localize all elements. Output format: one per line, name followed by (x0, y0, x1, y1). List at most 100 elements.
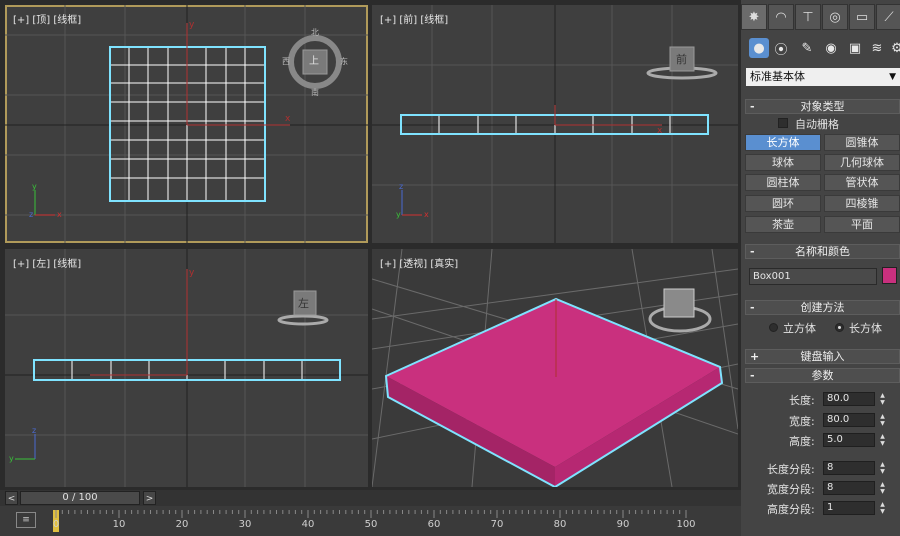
cylinder-button[interactable]: 圆柱体 (745, 174, 821, 191)
sphere-button[interactable]: 球体 (745, 154, 821, 171)
width-segs-label: 宽度分段: (767, 483, 815, 496)
compass-south: 南 (311, 88, 319, 97)
parameters-rollout[interactable]: - 参数 (745, 368, 900, 383)
height-field[interactable]: 5.0 (823, 433, 875, 447)
object-color-swatch[interactable] (882, 267, 897, 284)
time-slider-bar: < 0 / 100 > (0, 490, 741, 506)
track-tick-20: 20 (175, 519, 189, 530)
plane-button[interactable]: 平面 (824, 216, 900, 233)
autogrid-label: 自动栅格 (795, 118, 839, 131)
svg-text:x: x (424, 210, 429, 219)
viewport-front-label[interactable]: [+] [前] [线框] (380, 11, 448, 26)
rollout-expand-icon: + (750, 350, 760, 363)
keyboard-entry-rollout[interactable]: + 键盘输入 (745, 349, 900, 364)
viewport-front[interactable]: x z x y [+] [前] [线框] 前 (372, 5, 738, 243)
track-tick-30: 30 (238, 519, 252, 530)
chevron-down-icon: ▼ (889, 72, 896, 82)
cone-button[interactable]: 圆锥体 (824, 134, 900, 151)
rollout-collapse-icon: - (750, 245, 755, 258)
viewport-perspective-label[interactable]: [+] [透视] [真实] (380, 255, 458, 270)
viewport-perspective[interactable]: [+] [透视] [真实] (372, 249, 738, 487)
height-spinner-icon[interactable]: ▲ ▼ (878, 433, 887, 447)
object-type-title: 对象类型 (800, 100, 845, 113)
rollout-collapse-icon: - (750, 301, 755, 314)
svg-text:x: x (285, 114, 291, 124)
modify-tab-icon[interactable]: ◠ (768, 4, 794, 30)
length-field[interactable]: 80.0 (823, 392, 875, 406)
viewport-left-label[interactable]: [+] [左] [线框] (13, 255, 81, 270)
tube-button[interactable]: 管状体 (824, 174, 900, 191)
width-spinner-icon[interactable]: ▲ ▼ (878, 413, 887, 427)
helpers-icon[interactable]: ▣ (845, 38, 865, 58)
object-name-input[interactable]: Box001 (749, 268, 877, 285)
name-color-title: 名称和颜色 (795, 245, 850, 258)
box-button[interactable]: 长方体 (745, 134, 821, 151)
height-segs-field[interactable]: 1 (823, 501, 875, 515)
name-color-rollout[interactable]: - 名称和颜色 (745, 244, 900, 259)
track-tick-50: 50 (364, 519, 378, 530)
teapot-button[interactable]: 茶壶 (745, 216, 821, 233)
width-segs-field[interactable]: 8 (823, 481, 875, 495)
viewport-top[interactable]: y x y x z [+] [顶] [线框] 上 北 南 西 东 (5, 5, 368, 243)
panel-tabs: ✸ ◠ ⊤ ◎ ▭ ⟋ (741, 4, 900, 32)
width-segs-spinner-icon[interactable]: ▲ ▼ (878, 481, 887, 495)
track-tick-10: 10 (112, 519, 126, 530)
lights-icon[interactable]: ✎ (797, 38, 817, 58)
autogrid-checkbox[interactable] (778, 118, 788, 128)
cameras-icon[interactable]: ◉ (821, 38, 841, 58)
next-frame-icon[interactable]: > (143, 491, 156, 505)
height-segs-label: 高度分段: (767, 503, 815, 516)
track-tick-60: 60 (427, 519, 441, 530)
svg-text:z: z (32, 426, 36, 435)
viewcube-front-face[interactable]: 前 (676, 51, 687, 67)
object-type-rollout[interactable]: - 对象类型 (745, 99, 900, 114)
height-label: 高度: (789, 435, 815, 448)
parameters-title: 参数 (811, 369, 834, 382)
cube-radio[interactable] (769, 323, 778, 332)
utilities-tab-icon[interactable]: ⟋ (876, 4, 900, 30)
torus-button[interactable]: 圆环 (745, 195, 821, 212)
svg-text:z: z (29, 210, 33, 219)
geometry-icon[interactable]: ● (749, 38, 769, 58)
prev-frame-icon[interactable]: < (5, 491, 18, 505)
keyboard-entry-title: 键盘输入 (800, 350, 845, 363)
svg-text:y: y (9, 454, 14, 463)
box-radio[interactable] (835, 323, 844, 332)
viewport-top-label[interactable]: [+] [顶] [线框] (13, 11, 81, 26)
display-tab-icon[interactable]: ▭ (849, 4, 875, 30)
width-field[interactable]: 80.0 (823, 413, 875, 427)
pyramid-button[interactable]: 四棱锥 (824, 195, 900, 212)
svg-text:y: y (32, 182, 37, 191)
shapes-icon[interactable]: ⦿ (771, 38, 791, 58)
viewcube-left-face[interactable]: 左 (298, 295, 309, 311)
track-tick-100: 100 (676, 519, 696, 530)
motion-tab-icon[interactable]: ◎ (822, 4, 848, 30)
create-tab-icon[interactable]: ✸ (741, 4, 767, 30)
compass-west: 西 (282, 57, 290, 66)
svg-text:z: z (399, 182, 403, 191)
width-label: 宽度: (789, 415, 815, 428)
category-dropdown[interactable]: 标准基本体 ▼ (746, 68, 900, 86)
length-segs-spinner-icon[interactable]: ▲ ▼ (878, 461, 887, 475)
left-grid: y z y (5, 249, 368, 487)
category-dropdown-value: 标准基本体 (750, 70, 805, 83)
rollout-collapse-icon: - (750, 100, 755, 113)
spacewarps-icon[interactable]: ≋ (867, 38, 887, 58)
viewport-left[interactable]: y z y [+] [左] [线框] 左 (5, 249, 368, 487)
height-segs-spinner-icon[interactable]: ▲ ▼ (878, 501, 887, 515)
hierarchy-tab-icon[interactable]: ⊤ (795, 4, 821, 30)
track-tick-70: 70 (490, 519, 504, 530)
create-category-row: ● ⦿ ✎ ◉ ▣ ≋ ⚙ (745, 38, 900, 62)
time-slider[interactable]: 0 / 100 (20, 491, 140, 505)
rollout-collapse-icon: - (750, 369, 755, 382)
svg-text:y: y (189, 20, 195, 30)
systems-icon[interactable]: ⚙ (887, 38, 900, 58)
length-spinner-icon[interactable]: ▲ ▼ (878, 392, 887, 406)
compass-east: 东 (340, 57, 348, 66)
compass-center[interactable]: 上 (309, 52, 319, 67)
geosphere-button[interactable]: 几何球体 (824, 154, 900, 171)
length-segs-label: 长度分段: (767, 463, 815, 476)
creation-method-rollout[interactable]: - 创建方法 (745, 300, 900, 315)
command-panel: ✸ ◠ ⊤ ◎ ▭ ⟋ ● ⦿ ✎ ◉ ▣ ≋ ⚙ 标准基本体 ▼ - 对象类型 自… (741, 0, 900, 536)
length-segs-field[interactable]: 8 (823, 461, 875, 475)
